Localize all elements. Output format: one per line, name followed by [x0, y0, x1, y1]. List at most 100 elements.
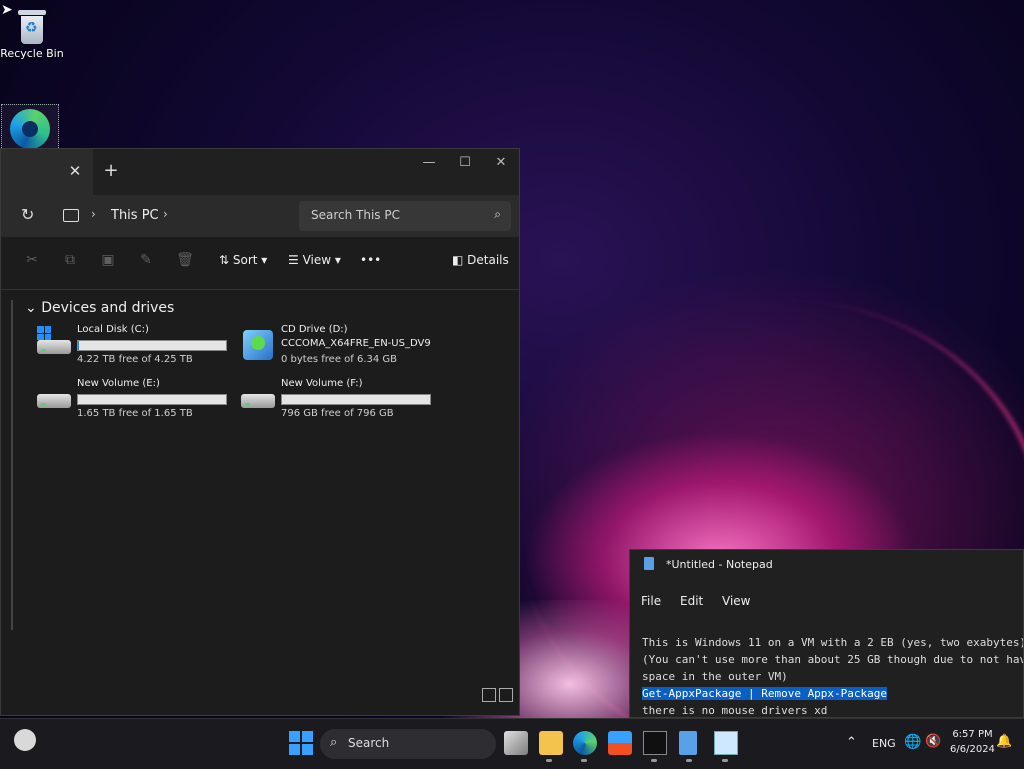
running-indicator	[651, 759, 657, 762]
menu-edit[interactable]: Edit	[680, 594, 703, 608]
navigation-bar: ↻ › This PC › Search This PC ⌕	[1, 195, 519, 237]
notification-bell-icon[interactable]: 🔔	[996, 734, 1012, 749]
view-label: View	[302, 253, 332, 267]
new-tab-button[interactable]: +	[101, 161, 121, 181]
selected-text-line: Get-AppxPackage | Remove Appx-Package	[642, 687, 888, 700]
command-bar: ✂ ⧉ ▣ ✎ 🗑 ⇅ Sort ▾ ☰ View ▾ ••• ◧ Detail…	[1, 237, 519, 290]
close-tab-icon[interactable]: ✕	[65, 161, 85, 181]
monitor-icon	[63, 209, 79, 222]
notepad-text-area[interactable]: This is Windows 11 on a VM with a 2 EB (…	[642, 634, 1024, 717]
details-button[interactable]: ◧ Details	[452, 253, 509, 267]
notepad-window: *Untitled - Notepad File Edit View This …	[629, 549, 1024, 718]
taskbar-search-placeholder: Search	[348, 736, 390, 750]
start-button[interactable]	[289, 731, 313, 755]
view-button[interactable]: ☰ View ▾	[288, 253, 341, 267]
maximize-button[interactable]: ☐	[453, 155, 477, 170]
text-line: there is no mouse drivers xd	[642, 704, 828, 717]
taskbar: ⌕ Search ⌃ ENG 🌐 🔇 6:57 PM 6/6/2024 🔔	[0, 718, 1024, 769]
sort-label: Sort	[232, 253, 258, 267]
chevron-right-icon[interactable]: ›	[91, 207, 96, 221]
drive-free-space: 0 bytes free of 6.34 GB	[281, 354, 398, 365]
hard-drive-icon	[241, 382, 275, 410]
recycle-bin-label: Recycle Bin	[0, 47, 64, 60]
running-indicator	[546, 759, 552, 762]
search-placeholder: Search This PC	[311, 208, 400, 222]
drive-e[interactable]: New Volume (E:) 1.65 TB free of 1.65 TB	[37, 378, 237, 428]
refresh-icon[interactable]: ↻	[21, 205, 34, 224]
menu-view[interactable]: View	[722, 594, 750, 608]
drive-usage-bar	[281, 394, 431, 405]
drive-free-space: 796 GB free of 796 GB	[281, 408, 394, 419]
drive-c[interactable]: Local Disk (C:) 4.22 TB free of 4.25 TB	[37, 324, 237, 374]
explorer-titlebar[interactable]: ✕ + — ☐ ✕	[1, 149, 519, 195]
tiles-view-icon[interactable]	[499, 688, 513, 702]
devices-group-header[interactable]: ⌄ Devices and drives	[25, 300, 174, 316]
close-window-button[interactable]: ✕	[489, 155, 513, 170]
cd-drive-icon	[241, 328, 275, 360]
hard-drive-icon	[37, 326, 71, 356]
hard-drive-icon	[37, 382, 71, 410]
notepad-title: *Untitled - Notepad	[666, 558, 773, 571]
store-icon[interactable]	[608, 731, 632, 755]
drive-name: CD Drive (D:)	[281, 324, 348, 335]
search-icon: ⌕	[330, 735, 338, 750]
search-icon: ⌕	[494, 207, 501, 221]
menu-file[interactable]: File	[641, 594, 661, 608]
sort-button[interactable]: ⇅ Sort ▾	[219, 253, 267, 267]
explorer-tab[interactable]: ✕	[1, 149, 93, 195]
network-icon[interactable]: 🌐	[904, 734, 921, 750]
terminal-icon[interactable]	[643, 731, 667, 755]
drive-d[interactable]: CD Drive (D:) CCCOMA_X64FRE_EN-US_DV9 0 …	[241, 324, 441, 374]
details-view-icon[interactable]	[482, 688, 496, 702]
drive-name: New Volume (F:)	[281, 378, 363, 389]
recycle-bin-icon	[18, 8, 46, 44]
language-indicator[interactable]: ENG	[872, 737, 896, 750]
task-manager-icon[interactable]	[714, 731, 738, 755]
edge-shortcut[interactable]	[1, 104, 59, 154]
drive-name: New Volume (E:)	[77, 378, 160, 389]
copy-icon[interactable]: ⧉	[61, 251, 79, 269]
edge-icon	[10, 109, 50, 149]
running-indicator	[722, 759, 728, 762]
running-indicator	[686, 759, 692, 762]
search-input[interactable]: Search This PC ⌕	[299, 201, 511, 231]
file-explorer-window: ✕ + — ☐ ✕ ↻ › This PC › Search This PC ⌕…	[0, 148, 520, 716]
weather-widget-icon[interactable]	[14, 729, 36, 751]
system-clock[interactable]: 6:57 PM 6/6/2024	[950, 727, 995, 757]
chevron-right-icon[interactable]: ›	[163, 207, 168, 221]
drive-free-space: 1.65 TB free of 1.65 TB	[77, 408, 193, 419]
drive-volume-label: CCCOMA_X64FRE_EN-US_DV9	[281, 338, 431, 349]
details-label: Details	[467, 253, 509, 267]
clock-time: 6:57 PM	[952, 729, 993, 740]
running-indicator	[581, 759, 587, 762]
text-line: (You can't use more than about 25 GB tho…	[642, 653, 1024, 666]
file-explorer-icon[interactable]	[539, 731, 563, 755]
layout-switcher	[479, 687, 513, 706]
more-options-button[interactable]: •••	[360, 253, 381, 267]
show-hidden-icons-chevron-icon[interactable]: ⌃	[846, 735, 857, 750]
taskbar-search[interactable]: ⌕ Search	[320, 729, 496, 759]
explorer-content: ⌄ Devices and drives Local Disk (C:) 4.2…	[1, 290, 519, 710]
drive-f[interactable]: New Volume (F:) 796 GB free of 796 GB	[241, 378, 441, 428]
edge-taskbar-icon[interactable]	[573, 731, 597, 755]
rename-icon[interactable]: ✎	[137, 251, 155, 269]
windows-logo-icon	[37, 326, 51, 340]
cut-icon[interactable]: ✂	[23, 251, 41, 269]
text-line: space in the outer VM)	[642, 670, 788, 683]
address-bar[interactable]: › This PC ›	[53, 201, 293, 231]
drive-name: Local Disk (C:)	[77, 324, 149, 335]
text-line: This is Windows 11 on a VM with a 2 EB (…	[642, 636, 1024, 649]
address-location[interactable]: This PC	[111, 208, 159, 223]
recycle-bin-shortcut[interactable]: Recycle Bin	[0, 8, 67, 60]
delete-icon[interactable]: 🗑	[176, 251, 194, 269]
task-view-icon[interactable]	[504, 731, 528, 755]
notepad-icon	[644, 557, 654, 570]
vertical-scrollbar[interactable]	[11, 300, 13, 630]
drive-free-space: 4.22 TB free of 4.25 TB	[77, 354, 193, 365]
drive-usage-bar	[77, 394, 227, 405]
volume-icon[interactable]: 🔇	[925, 734, 941, 749]
notepad-taskbar-icon[interactable]	[679, 731, 697, 755]
paste-icon[interactable]: ▣	[99, 251, 117, 269]
minimize-button[interactable]: —	[417, 155, 441, 170]
group-title: Devices and drives	[41, 300, 175, 316]
